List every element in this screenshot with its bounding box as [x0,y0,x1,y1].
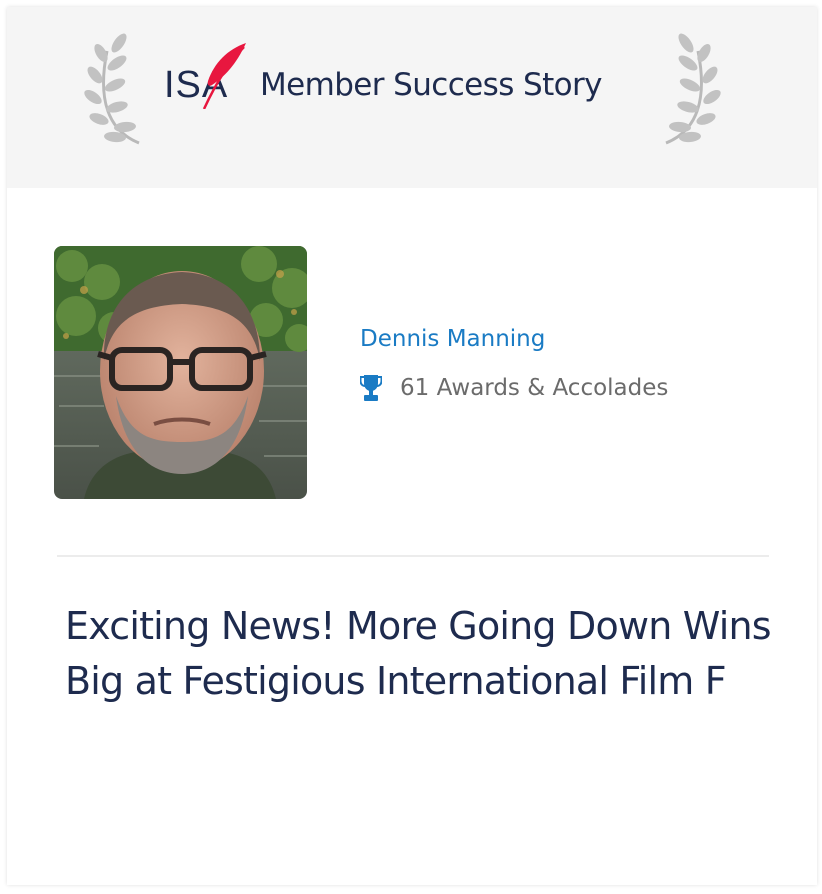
trophy-icon [360,375,382,401]
header-title: Member Success Story [260,67,603,103]
laurel-right-icon [665,33,721,145]
member-photo [54,246,307,499]
laurel-left-icon [84,33,140,145]
divider [57,555,769,557]
success-story-card[interactable]: ISA Member Success Story Dennis Manning … [7,7,817,885]
isa-logo[interactable]: ISA [164,43,248,109]
quill-icon [202,43,246,109]
awards-text: 61 Awards & Accolades [400,375,669,401]
awards-count[interactable]: 61 Awards & Accolades [360,372,668,404]
member-name-link[interactable]: Dennis Manning [360,323,545,355]
story-headline[interactable]: Exciting News! More Going Down Wins Big … [65,599,785,709]
card-header: ISA Member Success Story [7,7,817,188]
member-avatar[interactable] [54,246,307,499]
